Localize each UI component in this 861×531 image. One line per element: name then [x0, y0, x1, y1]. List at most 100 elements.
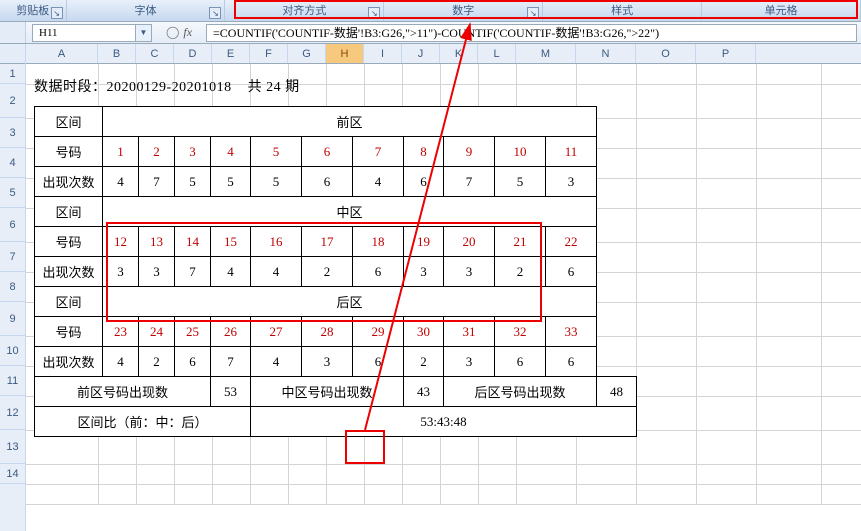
- cell[interactable]: 3: [444, 347, 495, 377]
- cell[interactable]: 7: [353, 137, 404, 167]
- cell[interactable]: 31: [444, 317, 495, 347]
- cell[interactable]: 6: [546, 257, 597, 287]
- cell[interactable]: 24: [139, 317, 175, 347]
- ribbon-group-clipboard[interactable]: 剪贴板↘: [0, 0, 67, 21]
- cell[interactable]: 6: [302, 167, 353, 197]
- cell[interactable]: 27: [251, 317, 302, 347]
- cell[interactable]: 19: [404, 227, 444, 257]
- cell[interactable]: 6: [175, 347, 211, 377]
- cell[interactable]: 2: [139, 137, 175, 167]
- cell[interactable]: 3: [546, 167, 597, 197]
- cell[interactable]: 6: [495, 347, 546, 377]
- ribbon-group-font[interactable]: 字体↘: [67, 0, 226, 21]
- cell[interactable]: 4: [211, 257, 251, 287]
- column-header-H[interactable]: H: [326, 44, 364, 63]
- row-header-14[interactable]: 14: [0, 464, 25, 484]
- cell[interactable]: 6: [353, 347, 404, 377]
- cell[interactable]: 12: [103, 227, 139, 257]
- column-header-J[interactable]: J: [402, 44, 440, 63]
- cell[interactable]: 3: [302, 347, 353, 377]
- cell[interactable]: 23: [103, 317, 139, 347]
- column-header-P[interactable]: P: [696, 44, 756, 63]
- column-header-B[interactable]: B: [98, 44, 136, 63]
- column-header-D[interactable]: D: [174, 44, 212, 63]
- ribbon-group-number[interactable]: 数字↘: [384, 0, 543, 21]
- cell[interactable]: 6: [353, 257, 404, 287]
- formula-bar[interactable]: =COUNTIF('COUNTIF-数据'!B3:G26,">11")-COUN…: [206, 24, 857, 42]
- cell[interactable]: 2: [495, 257, 546, 287]
- cell[interactable]: 7: [444, 167, 495, 197]
- cell[interactable]: 13: [139, 227, 175, 257]
- row-header-3[interactable]: 3: [0, 118, 25, 148]
- cell[interactable]: 16: [251, 227, 302, 257]
- cell[interactable]: 4: [211, 137, 251, 167]
- cell[interactable]: 6: [302, 137, 353, 167]
- cell[interactable]: 22: [546, 227, 597, 257]
- row-header-7[interactable]: 7: [0, 242, 25, 272]
- cell[interactable]: 4: [251, 257, 302, 287]
- cell[interactable]: 7: [175, 257, 211, 287]
- cell[interactable]: 17: [302, 227, 353, 257]
- cell[interactable]: 3: [139, 257, 175, 287]
- row-header-11[interactable]: 11: [0, 366, 25, 396]
- row-header-12[interactable]: 12: [0, 396, 25, 430]
- row-header-13[interactable]: 13: [0, 430, 25, 464]
- column-header-L[interactable]: L: [478, 44, 516, 63]
- chevron-down-icon[interactable]: ▼: [135, 25, 151, 41]
- cell[interactable]: 6: [546, 347, 597, 377]
- cell[interactable]: 32: [495, 317, 546, 347]
- cell[interactable]: 5: [175, 167, 211, 197]
- cell[interactable]: 10: [495, 137, 546, 167]
- ribbon-group-cells[interactable]: 单元格: [702, 0, 861, 21]
- column-header-N[interactable]: N: [576, 44, 636, 63]
- expand-icon[interactable]: ↘: [368, 7, 380, 19]
- select-all-corner[interactable]: [0, 44, 25, 64]
- cell[interactable]: 29: [353, 317, 404, 347]
- column-header-O[interactable]: O: [636, 44, 696, 63]
- column-header-E[interactable]: E: [212, 44, 250, 63]
- row-header-9[interactable]: 9: [0, 302, 25, 336]
- cell[interactable]: 11: [546, 137, 597, 167]
- cell[interactable]: 14: [175, 227, 211, 257]
- column-header-F[interactable]: F: [250, 44, 288, 63]
- cell[interactable]: 3: [175, 137, 211, 167]
- row-header-1[interactable]: 1: [0, 64, 25, 84]
- name-box[interactable]: H11 ▼: [32, 24, 152, 42]
- cell[interactable]: 5: [211, 167, 251, 197]
- fx-icon[interactable]: fx: [183, 25, 192, 40]
- row-header-5[interactable]: 5: [0, 178, 25, 208]
- cell[interactable]: 4: [353, 167, 404, 197]
- row-header-8[interactable]: 8: [0, 272, 25, 302]
- row-header-4[interactable]: 4: [0, 148, 25, 178]
- cell[interactable]: 2: [302, 257, 353, 287]
- cell[interactable]: 4: [251, 347, 302, 377]
- cell[interactable]: 2: [404, 347, 444, 377]
- ribbon-group-align[interactable]: 对齐方式↘: [225, 0, 384, 21]
- column-header-A[interactable]: A: [26, 44, 98, 63]
- expand-icon[interactable]: ↘: [527, 7, 539, 19]
- cell[interactable]: 25: [175, 317, 211, 347]
- ribbon-group-style[interactable]: 样式: [543, 0, 702, 21]
- column-header-I[interactable]: I: [364, 44, 402, 63]
- expand-icon[interactable]: ↘: [209, 7, 221, 19]
- cell[interactable]: 1: [103, 137, 139, 167]
- cell[interactable]: 18: [353, 227, 404, 257]
- cell[interactable]: 2: [139, 347, 175, 377]
- cell[interactable]: 28: [302, 317, 353, 347]
- cell[interactable]: 20: [444, 227, 495, 257]
- cell[interactable]: 7: [211, 347, 251, 377]
- row-header-2[interactable]: 2: [0, 84, 25, 118]
- row-header-6[interactable]: 6: [0, 208, 25, 242]
- cell[interactable]: 3: [444, 257, 495, 287]
- cell[interactable]: 26: [211, 317, 251, 347]
- cell[interactable]: 15: [211, 227, 251, 257]
- cell[interactable]: 21: [495, 227, 546, 257]
- column-header-G[interactable]: G: [288, 44, 326, 63]
- cell[interactable]: 8: [404, 137, 444, 167]
- column-header-M[interactable]: M: [516, 44, 576, 63]
- cell[interactable]: 33: [546, 317, 597, 347]
- sheet-canvas[interactable]: 数据时段：20200129-20201018 共 24 期 区间前区 号码123…: [26, 64, 861, 504]
- column-header-C[interactable]: C: [136, 44, 174, 63]
- cell[interactable]: 3: [103, 257, 139, 287]
- cell[interactable]: 5: [495, 167, 546, 197]
